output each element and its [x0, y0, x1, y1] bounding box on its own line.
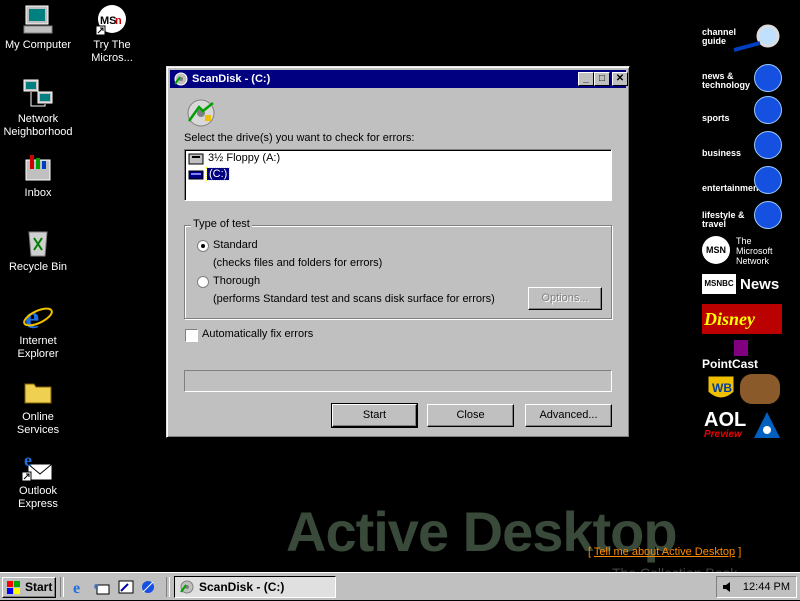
- desktop-icon-inbox[interactable]: Inbox: [0, 152, 76, 200]
- channel-business[interactable]: business: [702, 131, 782, 159]
- msn-shortcut-icon: MS n: [95, 4, 128, 36]
- thorough-radio[interactable]: [197, 276, 209, 288]
- msn-logo-icon: MSN: [702, 236, 730, 264]
- minimize-icon: _: [583, 73, 589, 84]
- desktop-icon-label: Internet Explorer: [17, 335, 59, 360]
- airplane-globe-icon: [754, 201, 782, 229]
- outlook-express-icon: e: [21, 450, 54, 482]
- channel-lifestyle-travel[interactable]: lifestyle & travel: [702, 201, 782, 229]
- desktop-icon-try-msn[interactable]: MS n Try The Micros...: [74, 4, 150, 65]
- system-tray: 12:44 PM: [716, 576, 797, 598]
- desktop-icon-label: Outlook Express: [18, 485, 58, 510]
- start-menu-button[interactable]: Start: [2, 577, 56, 598]
- svg-text:e: e: [73, 580, 80, 595]
- standard-radio[interactable]: [197, 240, 209, 252]
- desktop-icon-recycle-bin[interactable]: Recycle Bin: [0, 226, 76, 274]
- svg-text:e: e: [94, 581, 99, 592]
- warner-bros-shield-icon: WB: [706, 374, 736, 404]
- auto-fix-checkbox[interactable]: [185, 329, 198, 342]
- taskbar-separator: [166, 577, 170, 597]
- drive-select-prompt: Select the drive(s) you want to check fo…: [184, 132, 415, 144]
- folder-icon: [22, 376, 54, 408]
- scandisk-icon: [173, 71, 189, 87]
- sports-globe-icon: [754, 96, 782, 124]
- network-icon: [22, 78, 54, 110]
- entertainment-globe-icon: [754, 166, 782, 194]
- type-of-test-legend: Type of test: [191, 218, 252, 230]
- svg-text:n: n: [115, 15, 122, 27]
- taz-character-icon: [740, 374, 780, 404]
- options-button[interactable]: Options...: [528, 287, 602, 310]
- standard-description: (checks files and folders for errors): [213, 257, 383, 269]
- start-button[interactable]: Start: [331, 403, 418, 428]
- thorough-description: (performs Standard test and scans disk s…: [213, 293, 495, 305]
- close-icon: ✕: [615, 73, 625, 84]
- desktop-icon-label: Network Neighborhood: [3, 113, 73, 138]
- drive-list[interactable]: 3½ Floppy (A:) (C:): [184, 149, 612, 201]
- clock[interactable]: 12:44 PM: [743, 581, 790, 593]
- quick-launch-outlook-icon[interactable]: e: [94, 579, 110, 595]
- close-window-button[interactable]: ✕: [612, 72, 628, 86]
- business-globe-icon: [754, 131, 782, 159]
- quick-launch-ie-icon[interactable]: e: [72, 579, 88, 597]
- maximize-button[interactable]: □: [594, 72, 610, 86]
- desktop-icon-label: Online Services: [16, 411, 60, 436]
- desktop-icon-my-computer[interactable]: My Computer: [0, 4, 76, 52]
- channel-news-technology[interactable]: news & technology: [702, 64, 782, 92]
- aol-triangle-icon: [752, 410, 782, 442]
- magnifier-icon: [732, 24, 782, 56]
- standard-label[interactable]: Standard: [213, 239, 258, 251]
- scandisk-icon: [179, 579, 195, 595]
- tell-me-link[interactable]: Tell me about Active Desktop: [594, 546, 735, 558]
- taskbar: Start e e ScanDisk - (C:) 12:44 PM: [0, 572, 800, 600]
- taskbar-separator: [60, 577, 64, 597]
- desktop-icon-internet-explorer[interactable]: e Internet Explorer: [0, 299, 76, 361]
- pointcast-icon: [734, 340, 748, 356]
- news-globe-icon: [754, 64, 782, 92]
- tell-me-about-active-desktop[interactable]: [ Tell me about Active Desktop ]: [588, 546, 741, 558]
- floppy-drive-icon: [188, 152, 204, 165]
- scandisk-window: ScanDisk - (C:) _ □ ✕ Select the drive(s…: [166, 66, 630, 438]
- quick-launch-channels-icon[interactable]: [140, 579, 156, 595]
- desktop-icon-label: Try The Micros...: [91, 39, 133, 64]
- advanced-button[interactable]: Advanced...: [525, 404, 612, 427]
- maximize-icon: □: [598, 73, 606, 84]
- desktop-icon-label: Inbox: [24, 187, 52, 199]
- title-bar[interactable]: ScanDisk - (C:) _ □ ✕: [170, 70, 628, 88]
- computer-icon: [22, 4, 54, 36]
- minimize-button[interactable]: _: [578, 72, 594, 86]
- thorough-label[interactable]: Thorough: [213, 275, 260, 287]
- hard-drive-icon: [188, 168, 204, 181]
- desktop-icon-online-services[interactable]: Online Services: [0, 376, 76, 437]
- disney-logo-icon: Disney: [702, 304, 782, 334]
- channel-entertainment[interactable]: entertainment: [702, 166, 782, 194]
- progress-bar: [184, 370, 612, 392]
- desktop-icon-label: My Computer: [4, 39, 72, 51]
- disk-check-icon: [185, 97, 217, 129]
- desktop-icon-label: Recycle Bin: [8, 261, 68, 273]
- svg-text:WB: WB: [712, 381, 732, 395]
- quick-launch-show-desktop-icon[interactable]: [118, 579, 134, 595]
- windows-logo-icon: [7, 581, 21, 594]
- channel-sports[interactable]: sports: [702, 96, 782, 124]
- taskbar-task-scandisk[interactable]: ScanDisk - (C:): [174, 576, 336, 598]
- window-title: ScanDisk - (C:): [192, 73, 271, 85]
- recycle-bin-icon: [22, 226, 54, 258]
- channel-guide[interactable]: channel guide: [702, 24, 780, 52]
- ie-icon: e: [22, 299, 54, 335]
- close-button[interactable]: Close: [427, 404, 514, 427]
- volume-icon[interactable]: [721, 580, 735, 594]
- desktop-icon-outlook-express[interactable]: e Outlook Express: [0, 450, 76, 511]
- svg-text:e: e: [24, 450, 32, 470]
- auto-fix-label[interactable]: Automatically fix errors: [202, 328, 313, 340]
- nbc-peacock-icon: MSNBC: [702, 274, 736, 294]
- inbox-icon: [22, 152, 54, 184]
- desktop-icon-network[interactable]: Network Neighborhood: [0, 78, 76, 139]
